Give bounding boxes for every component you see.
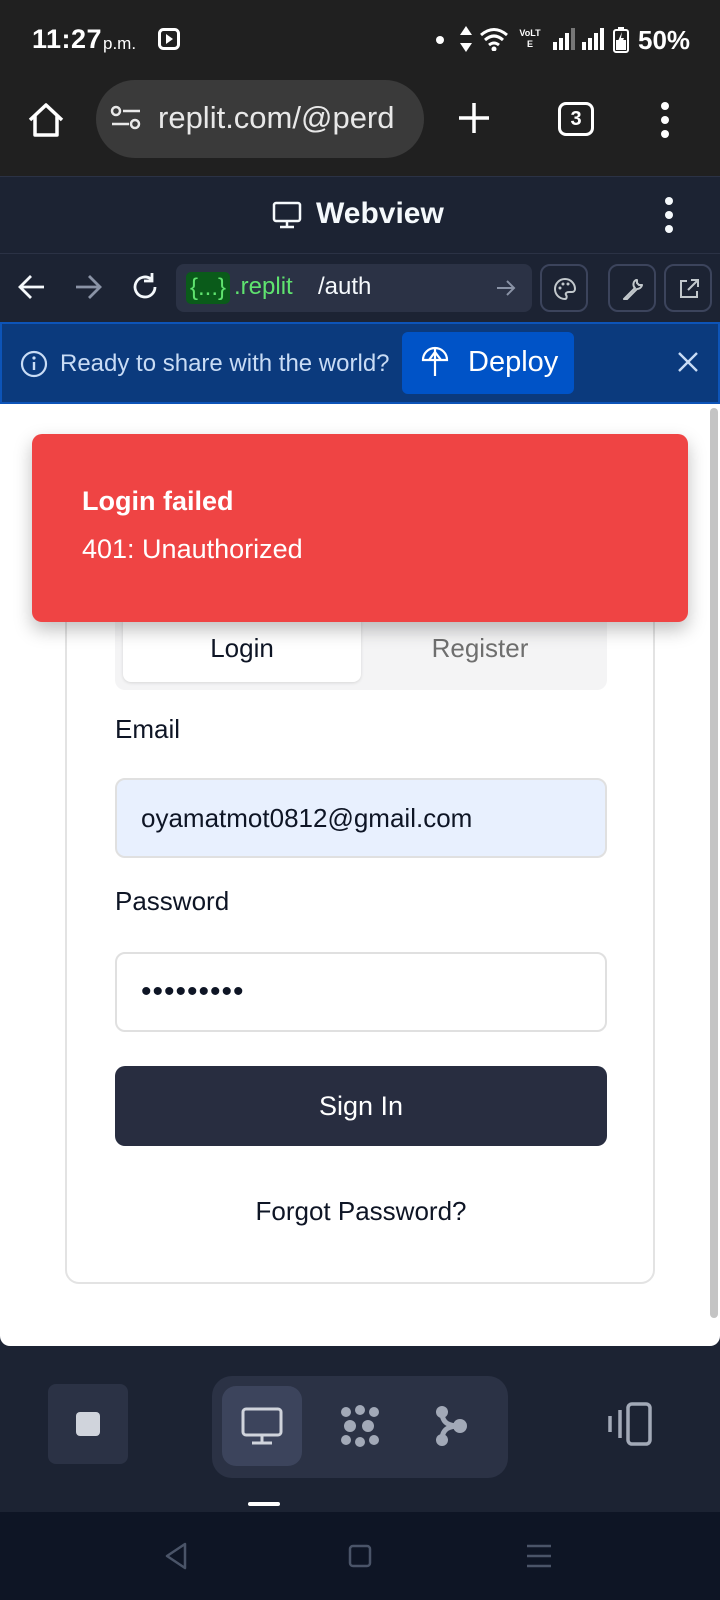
replit-bottom-nav <box>0 1346 720 1512</box>
deploy-banner: Ready to share with the world? Deploy <box>0 322 720 404</box>
system-nav-bar <box>0 1512 720 1600</box>
new-tab-icon[interactable] <box>456 100 492 136</box>
home-icon[interactable] <box>26 100 66 140</box>
error-toast: Login failed 401: Unauthorized <box>32 434 688 622</box>
system-home-icon[interactable] <box>348 1544 372 1568</box>
webview-header: Webview <box>0 176 720 254</box>
code-badge: {...} <box>186 272 231 304</box>
webview-nav-row: {...} .replit /auth <box>0 254 720 322</box>
password-label: Password <box>115 886 230 916</box>
webview-tab[interactable] <box>222 1386 302 1466</box>
palette-icon <box>554 277 577 301</box>
info-icon <box>20 350 48 378</box>
signal-icon <box>553 28 577 50</box>
status-time: 11:27 <box>32 24 103 54</box>
system-back-icon[interactable] <box>164 1542 188 1570</box>
dot-icon <box>436 36 444 44</box>
browser-toolbar: replit.com/@perd 3 <box>0 80 720 176</box>
webview-content: Login Register Email oyamatmot0812@gmail… <box>0 404 720 1346</box>
password-field[interactable]: ••••••••• <box>115 952 607 1032</box>
wifi-icon <box>479 27 509 51</box>
wrench-icon <box>623 279 643 300</box>
split-view-icon[interactable] <box>606 1402 654 1446</box>
webview-title: Webview <box>316 197 444 230</box>
url-path[interactable]: /auth <box>318 273 371 301</box>
external-link-icon <box>680 279 699 298</box>
browser-url-bar[interactable]: replit.com/@perd <box>96 80 424 158</box>
status-ampm: p.m. <box>103 34 137 53</box>
network-label: VoLTE <box>519 28 541 49</box>
browser-url-text[interactable]: replit.com/@perd <box>158 100 408 136</box>
deploy-button[interactable]: Deploy <box>402 332 574 394</box>
media-notification-icon <box>158 28 180 50</box>
site-settings-icon[interactable] <box>110 104 142 132</box>
theme-button[interactable] <box>540 264 588 312</box>
webview-scrollbar[interactable] <box>710 408 718 1318</box>
status-bar: 11:27 p.m. VoLTE 50% <box>0 0 720 80</box>
webview-url-field[interactable]: {...} .replit /auth <box>176 264 532 312</box>
tools-icon <box>436 1406 467 1446</box>
monitor-icon <box>272 201 302 229</box>
view-switcher <box>212 1376 508 1478</box>
tab-login[interactable]: Login <box>123 614 361 682</box>
reload-icon[interactable] <box>130 272 160 302</box>
devtools-button[interactable] <box>608 264 656 312</box>
tools-tab[interactable] <box>412 1386 492 1466</box>
email-label: Email <box>115 714 181 744</box>
battery-percent: 50% <box>638 25 691 55</box>
tab-register[interactable]: Register <box>361 614 599 682</box>
back-arrow-icon[interactable] <box>18 274 46 300</box>
email-field[interactable]: oyamatmot0812@gmail.com <box>115 778 607 858</box>
active-tab-indicator <box>248 1502 280 1506</box>
forward-arrow-icon[interactable] <box>74 274 102 300</box>
tab-switcher-icon[interactable]: 3 <box>558 102 594 136</box>
battery-icon <box>613 27 629 53</box>
agent-icon <box>341 1405 379 1447</box>
more-options-icon[interactable] <box>664 195 674 235</box>
deploy-icon <box>421 346 449 376</box>
toast-description: 401: Unauthorized <box>82 534 303 564</box>
sign-in-button[interactable]: Sign In <box>115 1066 607 1146</box>
signal-icon <box>582 28 606 50</box>
toast-title: Login failed <box>82 486 234 516</box>
volte-icon: VoLTE <box>519 28 541 50</box>
webview-icon <box>241 1407 283 1445</box>
forgot-password-link[interactable]: Forgot Password? <box>115 1196 607 1227</box>
stop-icon <box>76 1412 100 1436</box>
deploy-banner-message: Ready to share with the world? <box>60 350 390 377</box>
system-menu-icon[interactable] <box>526 1544 552 1568</box>
close-icon[interactable] <box>676 350 700 374</box>
menu-icon[interactable] <box>660 100 670 140</box>
replit-app: Webview {...} .replit /auth Ready to sha… <box>0 176 720 1512</box>
deploy-button-label: Deploy <box>468 346 559 378</box>
go-arrow-icon[interactable] <box>496 278 516 298</box>
stop-button[interactable] <box>48 1384 128 1464</box>
url-domain: .replit <box>234 273 293 300</box>
open-in-new-tab-button[interactable] <box>664 264 712 312</box>
agent-tab[interactable] <box>320 1386 400 1466</box>
data-arrows-icon <box>459 26 473 52</box>
